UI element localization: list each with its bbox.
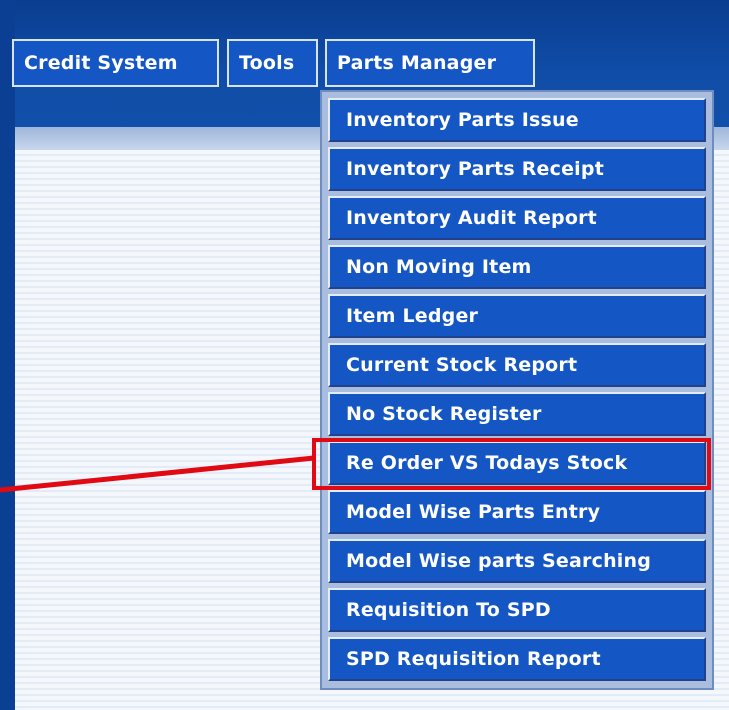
highlight-box	[312, 438, 711, 490]
callout-pointer-line	[0, 455, 315, 493]
